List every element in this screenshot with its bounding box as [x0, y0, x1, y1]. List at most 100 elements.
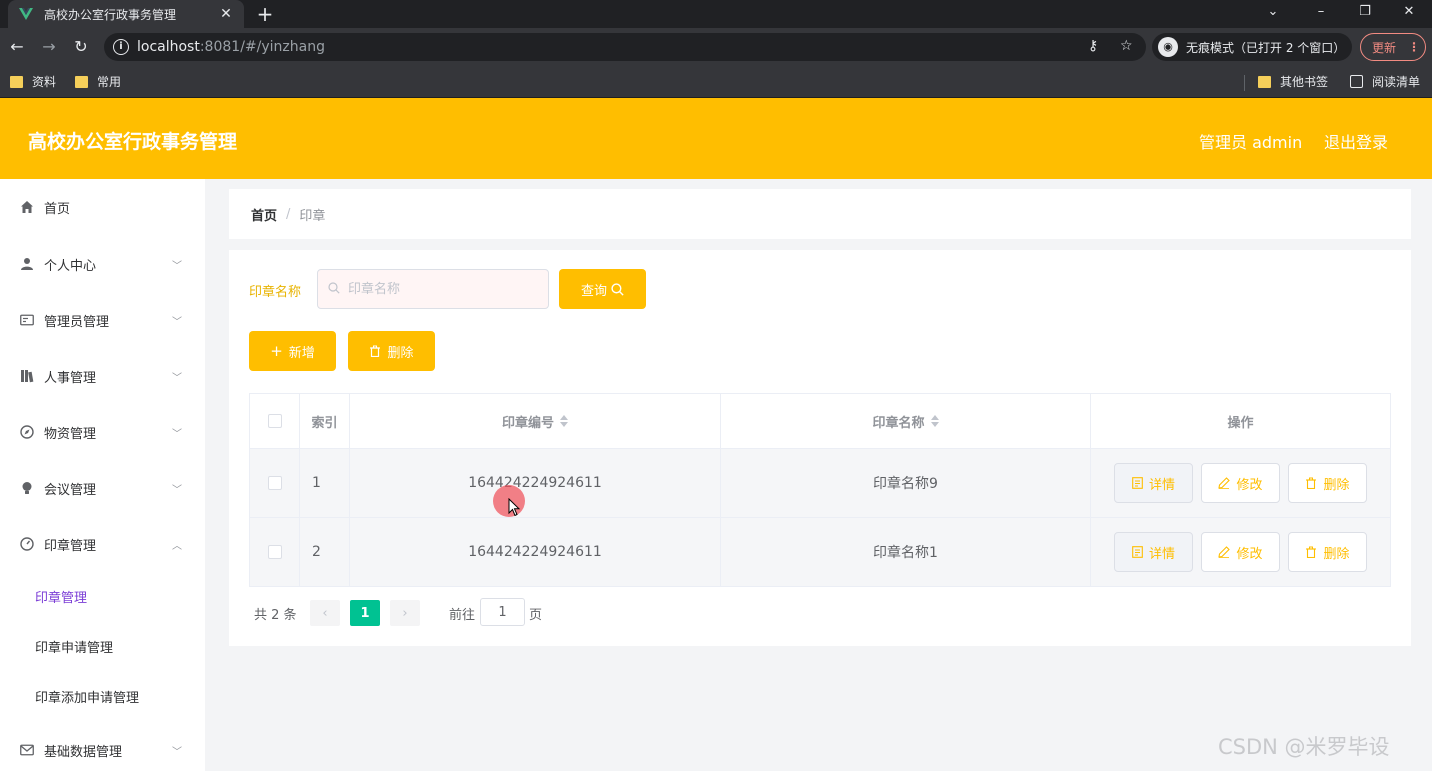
delete-button[interactable]: 删除 [1288, 463, 1367, 503]
edit-button[interactable]: 修改 [1201, 532, 1280, 572]
delete-button[interactable]: 删除 [1288, 532, 1367, 572]
batch-delete-button[interactable]: 删除 [348, 331, 435, 371]
sidebar-item-personal-center[interactable]: 个人中心 ﹀ [0, 239, 205, 289]
trash-icon [1306, 546, 1317, 558]
bookmark-divider [1244, 75, 1245, 91]
postcard-icon [20, 313, 34, 327]
tab-search-icon[interactable]: ⌄ [1250, 0, 1296, 28]
more-icon: ⋮ [1408, 40, 1421, 54]
reading-list[interactable]: 阅读清单 [1350, 73, 1420, 90]
minimize-icon[interactable]: – [1298, 0, 1344, 28]
sidebar-item-basic-data-management[interactable]: 基础数据管理 ﹀ [0, 725, 205, 771]
search-icon [611, 282, 624, 296]
sidebar-item-seal-management[interactable]: 印章管理 ︿ [0, 519, 205, 569]
sidebar-item-label: 印章管理 [44, 538, 97, 554]
seal-name-search-input[interactable] [348, 270, 543, 308]
window-close-icon[interactable]: ✕ [1386, 0, 1432, 28]
cell-actions: 详情 修改 删除 [1091, 449, 1390, 517]
chevron-down-icon: ﹀ [172, 260, 182, 272]
select-all-checkbox[interactable] [267, 414, 282, 428]
sidebar-menu: 首页 个人中心 ﹀ 管理员管理 ﹀ 人事管理 ﹀ 物资管理 ﹀ 会议管理 ﹀ 印… [0, 179, 205, 771]
goto-page-input[interactable] [480, 598, 525, 626]
sort-caret-icon[interactable] [560, 415, 568, 427]
breadcrumb-home[interactable]: 首页 [251, 205, 277, 224]
bulb-icon [20, 481, 34, 495]
sidebar-item-home[interactable]: 首页 [0, 182, 205, 232]
reload-icon[interactable]: ↻ [70, 36, 92, 58]
plus-icon: + [270, 342, 283, 360]
prev-page-button[interactable]: ‹ [310, 600, 340, 626]
home-icon [20, 200, 34, 214]
chevron-down-icon: ﹀ [172, 428, 182, 440]
detail-label: 详情 [1148, 546, 1175, 562]
edit-button[interactable]: 修改 [1201, 463, 1280, 503]
document-icon [1132, 546, 1143, 558]
next-page-button[interactable]: › [390, 600, 420, 626]
vue-logo-icon [19, 8, 33, 20]
cell-seal-name: 印章名称1 [721, 518, 1091, 586]
trash-icon [370, 345, 381, 357]
browser-tab[interactable]: 高校办公室行政事务管理 ✕ [8, 0, 244, 28]
submenu-item-seal-management[interactable]: 印章管理 [0, 571, 205, 621]
table-header: 索引 印章编号 印章名称 操作 [250, 394, 1390, 449]
sidebar-item-meeting-management[interactable]: 会议管理 ﹀ [0, 463, 205, 513]
detail-button[interactable]: 详情 [1114, 463, 1193, 503]
bookmark-label: 其他书签 [1280, 75, 1329, 89]
select-all-cell [250, 394, 300, 448]
add-button[interactable]: + 新增 [249, 331, 336, 371]
query-button-label: 查询 [580, 283, 607, 299]
detail-button[interactable]: 详情 [1114, 532, 1193, 572]
bookmark-folder-ziliao[interactable]: 资料 [10, 73, 56, 90]
sidebar-item-label: 个人中心 [44, 258, 97, 274]
tab-close-icon[interactable]: ✕ [218, 6, 234, 22]
seal-name-search-field[interactable] [317, 269, 549, 309]
url-text[interactable]: localhost:8081/#/yinzhang [137, 39, 325, 55]
cell-actions: 详情 修改 删除 [1091, 518, 1390, 586]
bookmark-label: 资料 [32, 75, 57, 89]
breadcrumb: 首页 / 印章 [229, 189, 1411, 239]
logout-button[interactable]: 退出登录 [1324, 129, 1388, 153]
sort-caret-icon[interactable] [930, 415, 939, 427]
sidebar-item-supplies-management[interactable]: 物资管理 ﹀ [0, 407, 205, 457]
watermark: CSDN @米罗毕设 [1218, 735, 1390, 759]
sidebar-item-label: 管理员管理 [44, 314, 110, 330]
row-checkbox[interactable] [267, 545, 282, 559]
sidebar-item-label: 会议管理 [44, 482, 97, 498]
incognito-indicator[interactable]: ◉ 无痕模式（已打开 2 个窗口） [1152, 33, 1352, 61]
key-icon[interactable]: ⚷ [1088, 38, 1098, 54]
edit-pen-icon [1218, 477, 1231, 489]
incognito-icon: ◉ [1158, 37, 1178, 57]
chevron-down-icon: ﹀ [172, 484, 182, 496]
address-bar[interactable]: i localhost:8081/#/yinzhang ⚷ ☆ [104, 33, 1146, 61]
column-header-seal-code[interactable]: 印章编号 [350, 394, 721, 448]
goto-label: 前往 [449, 608, 476, 623]
site-info-icon[interactable]: i [113, 39, 129, 55]
submenu-item-seal-application[interactable]: 印章申请管理 [0, 621, 205, 671]
sidebar-item-label: 首页 [44, 201, 71, 217]
books-icon [20, 369, 34, 383]
column-header-seal-name[interactable]: 印章名称 [721, 394, 1091, 448]
page-number-button[interactable]: 1 [350, 600, 380, 626]
forward-icon[interactable]: → [38, 36, 60, 58]
row-checkbox[interactable] [267, 476, 282, 490]
update-button[interactable]: 更新 ⋮ [1360, 33, 1426, 61]
seal-list-panel: 印章名称 查询 + 新增 删除 索引 印章编号 印章名称 [229, 250, 1411, 646]
cell-seal-code: 164424224924611 [350, 518, 721, 586]
bookmark-folder-other[interactable]: 其他书签 [1258, 73, 1328, 90]
maximize-icon[interactable]: ❐ [1342, 0, 1388, 28]
browser-toolbar: ← → ↻ i localhost:8081/#/yinzhang ⚷ ☆ ◉ … [0, 28, 1432, 66]
submenu-item-seal-add-application[interactable]: 印章添加申请管理 [0, 671, 205, 721]
sidebar-item-hr-management[interactable]: 人事管理 ﹀ [0, 351, 205, 401]
bookmark-star-icon[interactable]: ☆ [1120, 38, 1133, 54]
stopwatch-icon [20, 537, 34, 551]
new-tab-icon[interactable]: + [254, 3, 276, 25]
submenu-label: 印章管理 [35, 590, 88, 606]
delete-button-label: 删除 [387, 345, 414, 361]
bookmark-folder-changyong[interactable]: 常用 [75, 73, 121, 90]
query-button[interactable]: 查询 [559, 269, 646, 309]
reading-list-icon [1350, 75, 1363, 88]
sidebar-item-admin-management[interactable]: 管理员管理 ﹀ [0, 295, 205, 345]
back-icon[interactable]: ← [6, 36, 28, 58]
cell-seal-code: 164424224924611 [350, 449, 721, 517]
detail-label: 详情 [1148, 477, 1175, 493]
